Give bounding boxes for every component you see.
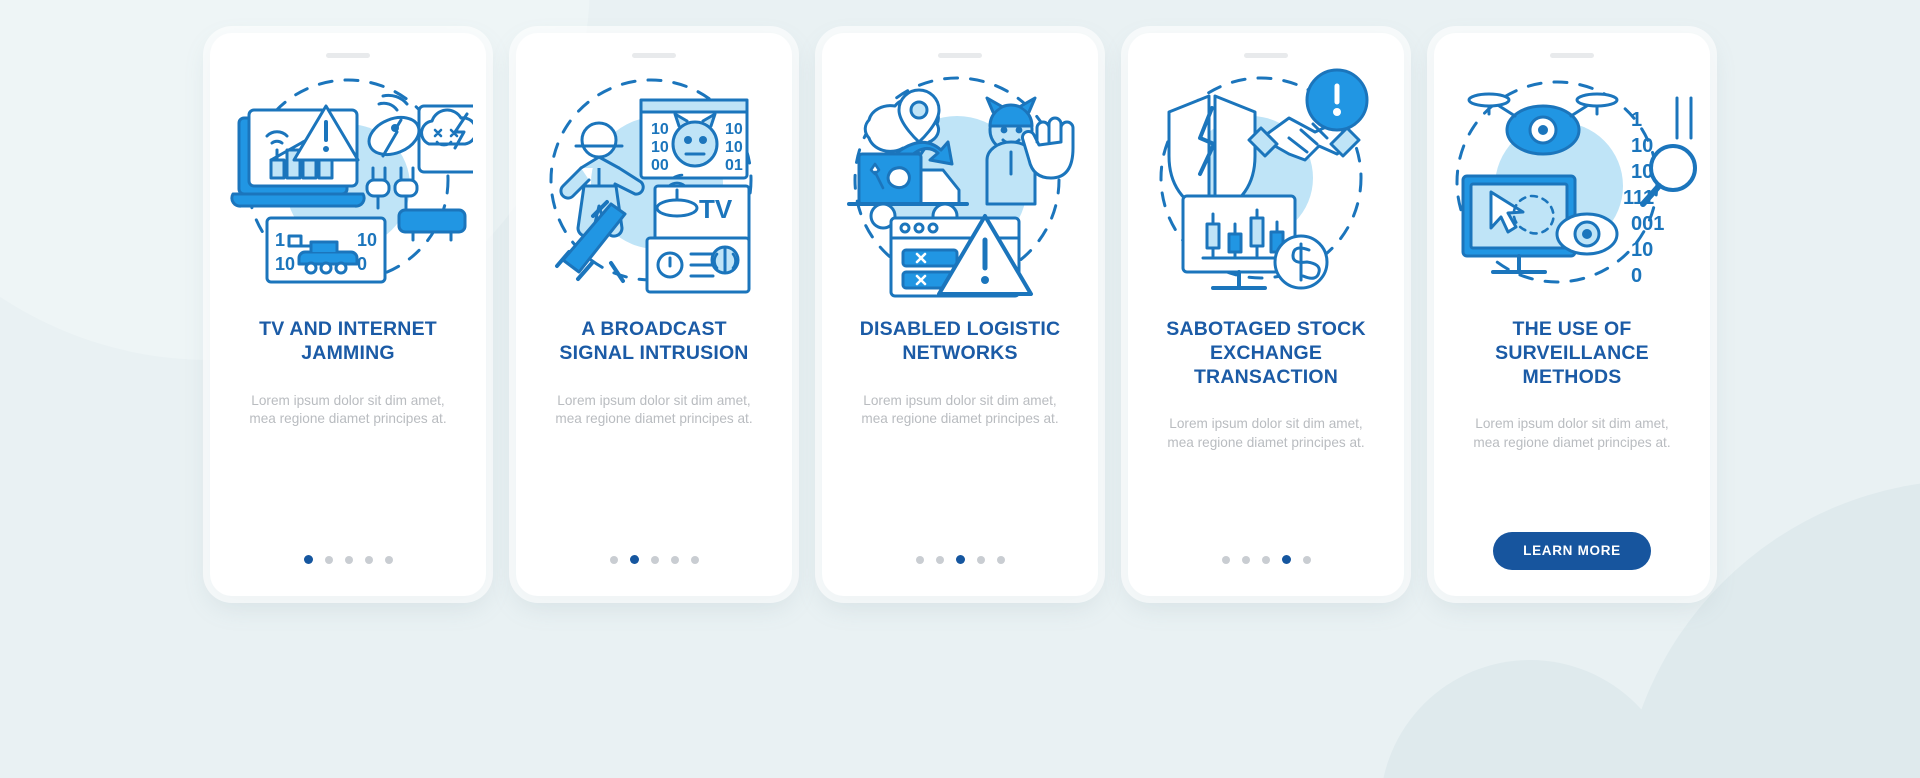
pagination-dot-1[interactable] — [303, 555, 313, 564]
pagination-dot-1[interactable] — [1221, 555, 1230, 564]
pagination-dot-5[interactable] — [996, 555, 1005, 564]
onboarding-screens-canvas: 1 10 10 0 TV AND INTERNET JAMMING Lorem i… — [0, 0, 1920, 778]
pagination-dot-3[interactable] — [650, 555, 659, 564]
svg-text:10: 10 — [1631, 135, 1653, 157]
tv-internet-jamming-illustration: 1 10 10 0 — [210, 58, 486, 308]
pagination-dot-2[interactable] — [935, 555, 944, 564]
card-body-text: Lorem ipsum dolor sit dim amet, mea regi… — [1167, 416, 1365, 450]
pagination-dot-5[interactable] — [384, 555, 393, 564]
broadcast-signal-intrusion-illustration: 10 10 00 10 10 01 TV — [516, 58, 792, 308]
onboarding-card: SABOTAGED STOCK EXCHANGE TRANSACTION Lore… — [1128, 33, 1404, 596]
svg-text:10: 10 — [725, 121, 743, 138]
svg-text:10: 10 — [725, 139, 743, 156]
svg-text:10: 10 — [651, 139, 669, 156]
card-title: DISABLED LOGISTIC NETWORKS — [859, 318, 1061, 364]
surveillance-methods-illustration: 1 10 10 111 001 10 0 — [1434, 58, 1710, 308]
card-body-text: Lorem ipsum dolor sit dim amet, mea regi… — [249, 392, 447, 426]
pagination-dot-2[interactable] — [629, 555, 639, 564]
svg-text:1: 1 — [275, 230, 285, 250]
pagination-dots — [1221, 555, 1311, 564]
pagination-dots — [915, 555, 1005, 564]
svg-text:0: 0 — [1631, 265, 1642, 287]
learn-more-button[interactable]: LEARN MORE — [1493, 532, 1651, 570]
onboarding-card: 1 10 10 111 001 10 0 THE USE OF SURVEILL… — [1434, 33, 1710, 596]
pagination-dot-4[interactable] — [364, 555, 373, 564]
svg-text:10: 10 — [651, 121, 669, 138]
svg-text:00: 00 — [651, 157, 669, 174]
pagination-dots — [609, 555, 699, 564]
sabotaged-stock-exchange-illustration — [1128, 58, 1404, 308]
svg-text:10: 10 — [1631, 239, 1653, 261]
pagination-dot-4[interactable] — [670, 555, 679, 564]
pagination-dot-4[interactable] — [1281, 555, 1291, 564]
svg-text:1: 1 — [1631, 109, 1642, 131]
svg-text:0: 0 — [357, 254, 367, 274]
background-circle-bottom-center — [1380, 660, 1680, 778]
pagination-dot-3[interactable] — [955, 555, 965, 564]
card-title: TV AND INTERNET JAMMING — [259, 318, 437, 364]
pagination-dot-3[interactable] — [344, 555, 353, 564]
card-title: A BROADCAST SIGNAL INTRUSION — [559, 318, 749, 364]
pagination-dot-2[interactable] — [324, 555, 333, 564]
card-title: SABOTAGED STOCK EXCHANGE TRANSACTION — [1166, 318, 1366, 388]
card-title: THE USE OF SURVEILLANCE METHODS — [1495, 318, 1649, 388]
onboarding-card: 1 10 10 0 TV AND INTERNET JAMMING Lorem i… — [210, 33, 486, 596]
disabled-logistic-networks-illustration — [822, 58, 1098, 308]
card-body-text: Lorem ipsum dolor sit dim amet, mea regi… — [1473, 416, 1671, 450]
card-body-text: Lorem ipsum dolor sit dim amet, mea regi… — [555, 392, 753, 426]
pagination-dot-3[interactable] — [1261, 555, 1270, 564]
onboarding-card: DISABLED LOGISTIC NETWORKS Lorem ipsum do… — [822, 33, 1098, 596]
onboarding-card-row: 1 10 10 0 TV AND INTERNET JAMMING Lorem i… — [0, 0, 1920, 596]
pagination-dot-5[interactable] — [690, 555, 699, 564]
card-body-text: Lorem ipsum dolor sit dim amet, mea regi… — [861, 392, 1059, 426]
svg-text:10: 10 — [275, 254, 295, 274]
svg-text:10: 10 — [357, 230, 377, 250]
pagination-dot-5[interactable] — [1302, 555, 1311, 564]
svg-text:001: 001 — [1631, 213, 1664, 235]
pagination-dots — [303, 555, 393, 564]
pagination-dot-4[interactable] — [976, 555, 985, 564]
pagination-dot-1[interactable] — [609, 555, 618, 564]
svg-text:TV: TV — [699, 194, 733, 224]
onboarding-card: 10 10 00 10 10 01 TV A BROADCAST SIGNAL … — [516, 33, 792, 596]
svg-text:01: 01 — [725, 157, 743, 174]
pagination-dot-1[interactable] — [915, 555, 924, 564]
pagination-dot-2[interactable] — [1241, 555, 1250, 564]
